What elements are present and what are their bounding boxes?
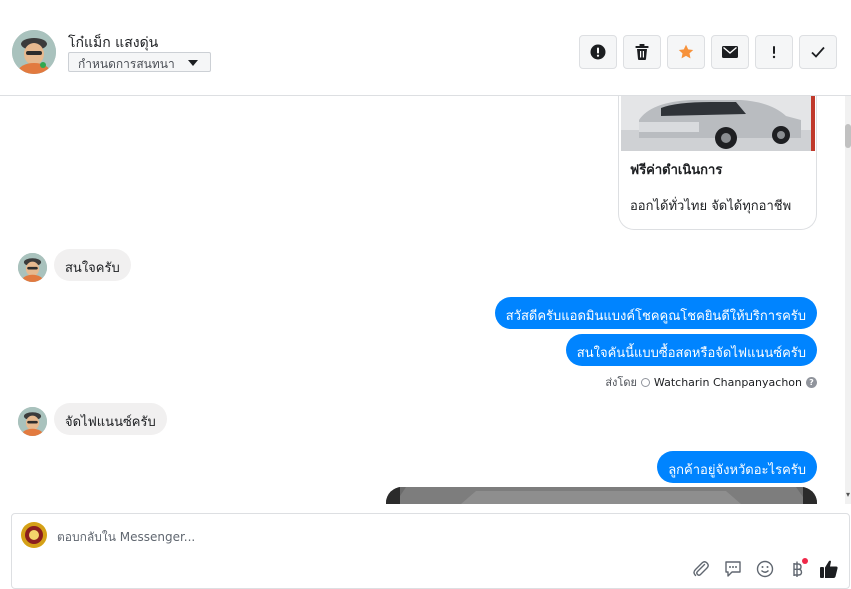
mark-unread-button[interactable] [711, 35, 749, 69]
emoji-button[interactable] [754, 558, 776, 580]
thumbs-up-icon [820, 560, 838, 578]
link-preview-card[interactable]: ฟรีค่าดำเนินการ ออกได้ทั่วไทย จัดได้ทุกอ… [618, 96, 817, 230]
reply-composer [11, 513, 850, 589]
contact-name[interactable]: โก๋แม็ก แสงดุ่น [68, 32, 158, 54]
envelope-icon [722, 46, 738, 58]
outgoing-message: ลูกค้าอยู่จังหวัดอะไรครับ [657, 451, 817, 483]
caret-down-icon [188, 60, 198, 66]
composer-tools [690, 558, 840, 580]
scrollbar-thumb[interactable] [845, 124, 851, 148]
chat-bubble-icon [725, 561, 741, 577]
label-dropdown-text: กำหนดการสนทนา [78, 57, 175, 71]
reply-input[interactable] [57, 528, 657, 546]
exclamation-icon [772, 46, 776, 59]
photo-attachment[interactable] [386, 487, 817, 504]
sender-avatar[interactable] [18, 253, 47, 282]
check-icon [811, 46, 825, 58]
like-button[interactable] [818, 558, 840, 580]
scrollbar-track[interactable] [845, 96, 851, 504]
follow-up-button[interactable] [755, 35, 793, 69]
incoming-message: จัดไฟแนนซ์ครับ [54, 403, 167, 435]
incoming-message: สนใจครับ [54, 249, 131, 281]
alert-circle-icon [590, 44, 606, 60]
scroll-down-arrow-icon[interactable]: ▾ [846, 490, 850, 499]
sender-avatar[interactable] [18, 407, 47, 436]
sent-by-name[interactable]: Watcharin Chanpanyachon [654, 376, 802, 389]
conversation-header: โก๋แม็ก แสงดุ่น กำหนดการสนทนา [0, 8, 851, 96]
delete-button[interactable] [623, 35, 661, 69]
star-icon [678, 44, 694, 59]
sent-by-prefix: ส่งโดย [605, 376, 637, 389]
saved-replies-button[interactable] [722, 558, 744, 580]
page-avatar [21, 522, 47, 548]
conversation-actions [579, 35, 837, 69]
paperclip-icon [693, 561, 709, 577]
payment-button[interactable] [786, 558, 808, 580]
outgoing-message: สนใจคันนี้แบบซื้อสดหรือจัดไฟแนนซ์ครับ [565, 334, 817, 366]
card-title: ฟรีค่าดำเนินการ [630, 163, 723, 178]
admin-badge-icon [640, 377, 650, 387]
star-button[interactable] [667, 35, 705, 69]
card-subtitle: ออกได้ทั่วไทย จัดได้ทุกอาชีพ [630, 199, 792, 214]
outgoing-message: สวัสดีครับแอดมินแบงค์โชคคูณโชคยินดีให้บร… [494, 297, 817, 329]
trash-icon [635, 44, 649, 60]
message-thread[interactable]: ฟรีค่าดำเนินการ ออกได้ทั่วไทย จัดได้ทุกอ… [0, 96, 845, 504]
done-button[interactable] [799, 35, 837, 69]
conversation-label-dropdown[interactable]: กำหนดการสนทนา [68, 52, 211, 72]
help-icon[interactable]: ? [806, 376, 817, 388]
attach-button[interactable] [690, 558, 712, 580]
spam-button[interactable] [579, 35, 617, 69]
car-image [621, 96, 815, 151]
sent-by-info: ส่งโดย Watcharin Chanpanyachon ? [605, 373, 817, 391]
smiley-icon [756, 560, 774, 578]
contact-avatar[interactable] [12, 30, 56, 74]
notification-dot [802, 558, 808, 564]
